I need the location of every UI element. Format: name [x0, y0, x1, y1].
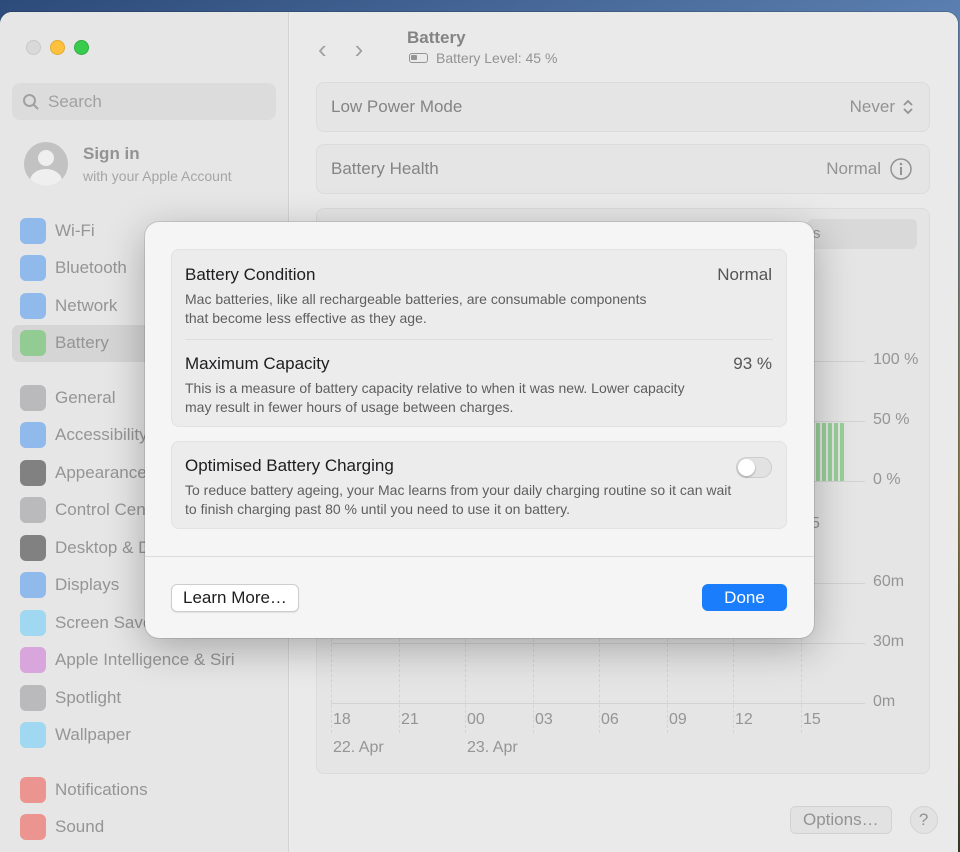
health-details-card: Battery Condition Normal Mac batteries, …: [171, 249, 787, 427]
optimised-charging-card: Optimised Battery Charging To reduce bat…: [171, 441, 787, 529]
optimised-charging-toggle[interactable]: [736, 457, 772, 478]
battery-health-dialog: Battery Condition Normal Mac batteries, …: [145, 222, 814, 638]
battery-condition-desc: Mac batteries, like all rechargeable bat…: [185, 291, 647, 326]
battery-condition-title: Battery Condition: [185, 265, 316, 284]
optimised-charging-title: Optimised Battery Charging: [185, 456, 394, 475]
learn-more-button[interactable]: Learn More…: [171, 584, 299, 612]
maximum-capacity-title: Maximum Capacity: [185, 354, 330, 373]
done-button[interactable]: Done: [702, 584, 787, 611]
optimised-charging-desc: To reduce battery ageing, your Mac learn…: [185, 482, 732, 517]
dialog-separator: [145, 556, 814, 557]
divider: [185, 339, 773, 340]
maximum-capacity-value: 93 %: [733, 354, 772, 373]
battery-condition-row: Battery Condition Normal Mac batteries, …: [185, 265, 772, 328]
maximum-capacity-row: Maximum Capacity 93 % This is a measure …: [185, 354, 772, 417]
battery-condition-value: Normal: [717, 265, 772, 284]
optimised-charging-row: Optimised Battery Charging To reduce bat…: [185, 456, 772, 519]
maximum-capacity-desc: This is a measure of battery capacity re…: [185, 380, 685, 415]
